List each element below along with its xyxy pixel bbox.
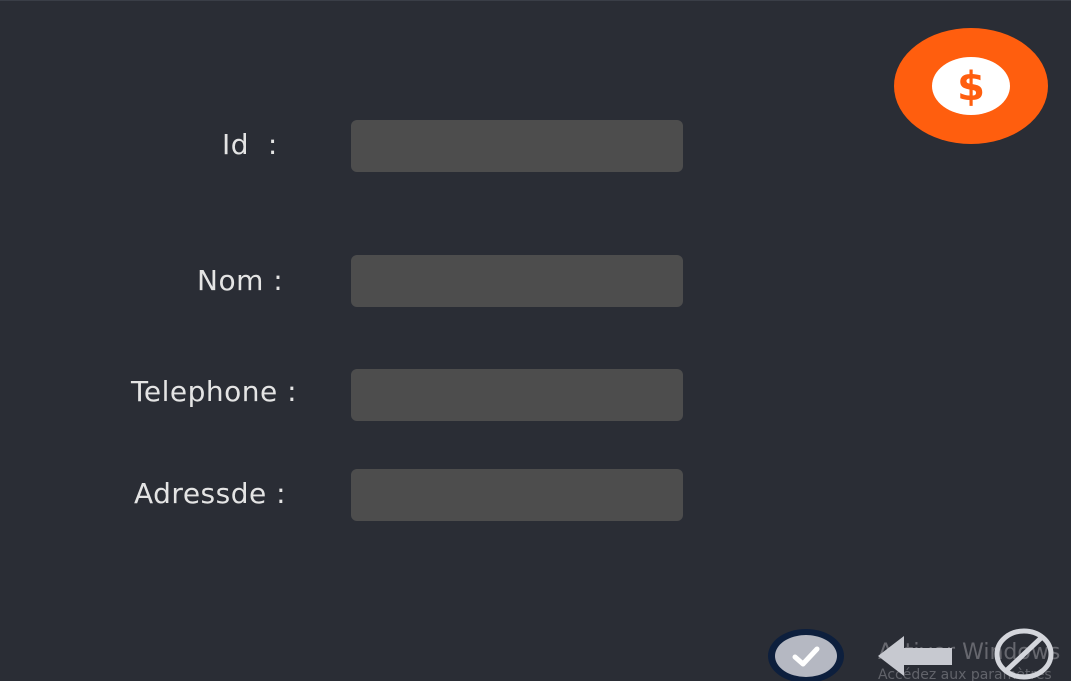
client-form-window: Id : Nom : Telephone : Adressde : $ Acti… [0,0,1071,681]
svg-text:$: $ [957,64,985,108]
adresse-label: Adressde : [134,477,287,510]
id-label: Id : [222,128,278,161]
confirm-badge [775,635,837,677]
telephone-label: Telephone : [131,375,298,408]
arrow-left-icon [878,636,952,676]
checkmark-icon [792,646,820,667]
payment-button[interactable]: $ [894,28,1048,144]
cancel-icon [994,628,1054,680]
telephone-input[interactable] [351,369,683,421]
top-border [0,0,1071,1]
id-input[interactable] [351,120,683,172]
dollar-icon: $ [957,64,985,108]
cancel-button[interactable] [993,627,1055,681]
dollar-badge: $ [932,57,1010,115]
nom-input[interactable] [351,255,683,307]
nom-label: Nom : [197,264,284,297]
adresse-input[interactable] [351,469,683,521]
back-button[interactable] [876,634,956,678]
confirm-button[interactable] [768,629,844,681]
